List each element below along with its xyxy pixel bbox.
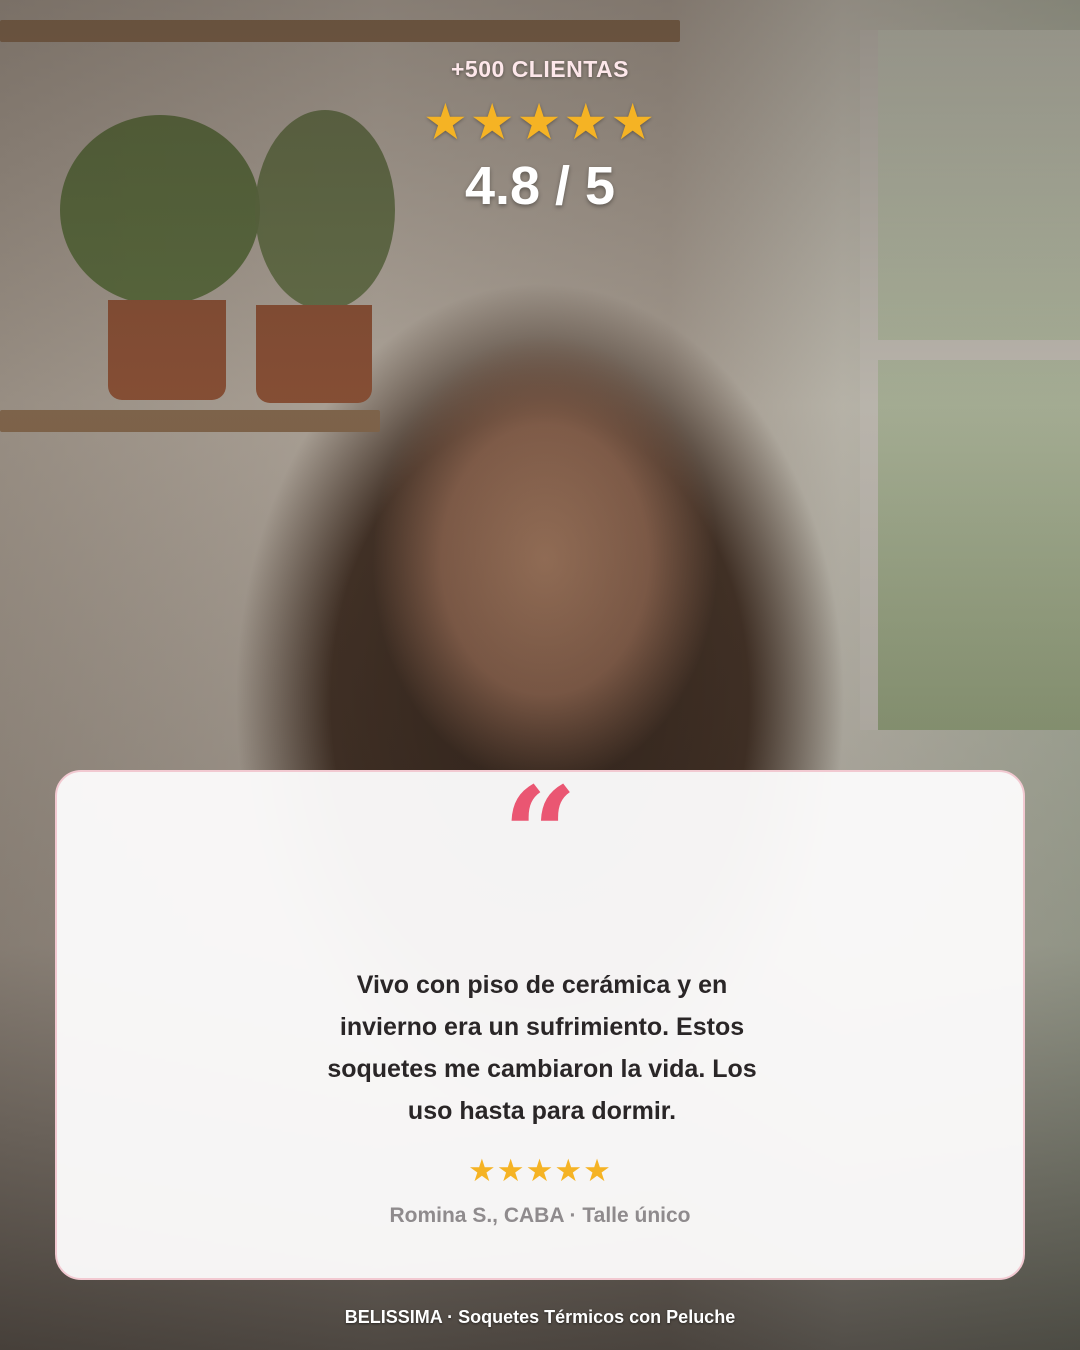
quote-icon: “ <box>502 758 578 911</box>
testimonial-author: Romina S., CABA · Talle único <box>389 1204 691 1227</box>
rating-score: 4.8 / 5 <box>464 156 616 216</box>
customers-count: +500 CLIENTAS <box>451 56 629 82</box>
testimonial-text: Vivo con piso de cerámica y en invierno … <box>327 971 757 1125</box>
rating-header: +500 CLIENTAS ★★★★★ 4.8 / 5 <box>0 56 1080 217</box>
brand-footer: BELISSIMA · Soquetes Térmicos con Peluch… <box>344 1307 736 1327</box>
testimonial-stars-icon: ★★★★★ <box>468 1153 612 1188</box>
star-rating-icons: ★★★★★ <box>422 94 658 150</box>
testimonial-card: “ Vivo con piso de cerámica y en inviern… <box>55 770 1025 1280</box>
